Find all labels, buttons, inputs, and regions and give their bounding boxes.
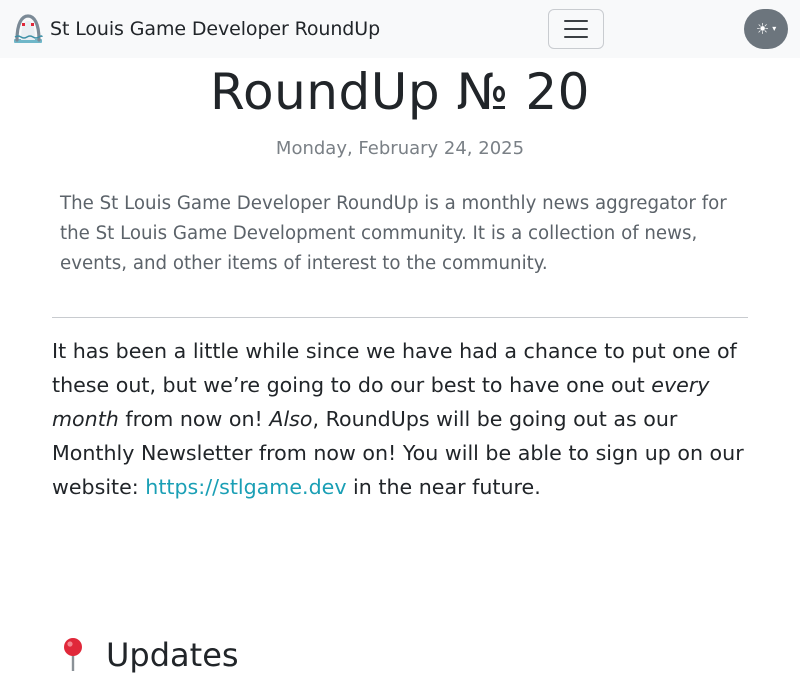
theme-toggle-button[interactable]: ☀ ▾ xyxy=(744,9,788,49)
gateway-arch-logo-icon xyxy=(14,14,43,43)
intro-text: It has been a little while since we have… xyxy=(52,339,737,397)
round-pushpin-icon xyxy=(64,638,82,671)
divider xyxy=(52,317,748,318)
intro-text: from now on! xyxy=(118,407,270,431)
publish-date: Monday, February 24, 2025 xyxy=(275,138,525,159)
website-link[interactable]: https://stlgame.dev xyxy=(145,475,346,499)
brand-link[interactable]: St Louis Game Developer RoundUp xyxy=(12,13,380,45)
top-navbar: St Louis Game Developer RoundUp ☀ ▾ xyxy=(0,0,800,58)
hamburger-menu-icon xyxy=(564,20,588,22)
emphasis-text: Also xyxy=(269,407,313,431)
intro-paragraph: It has been a little while since we have… xyxy=(52,334,752,504)
intro-lead: The St Louis Game Developer RoundUp is a… xyxy=(60,193,727,274)
hamburger-menu-icon xyxy=(564,36,588,38)
section-heading-updates: Updates xyxy=(52,635,748,675)
intro-text: in the near future. xyxy=(346,475,541,499)
page-title: RoundUp № 20 xyxy=(210,63,590,121)
hamburger-menu-icon xyxy=(564,28,588,30)
chevron-down-icon: ▾ xyxy=(772,24,777,33)
menu-toggle-button[interactable] xyxy=(548,9,604,49)
sun-icon: ☀ xyxy=(755,19,770,38)
section-heading-text: Updates xyxy=(106,636,239,674)
brand-title: St Louis Game Developer RoundUp xyxy=(50,18,381,40)
